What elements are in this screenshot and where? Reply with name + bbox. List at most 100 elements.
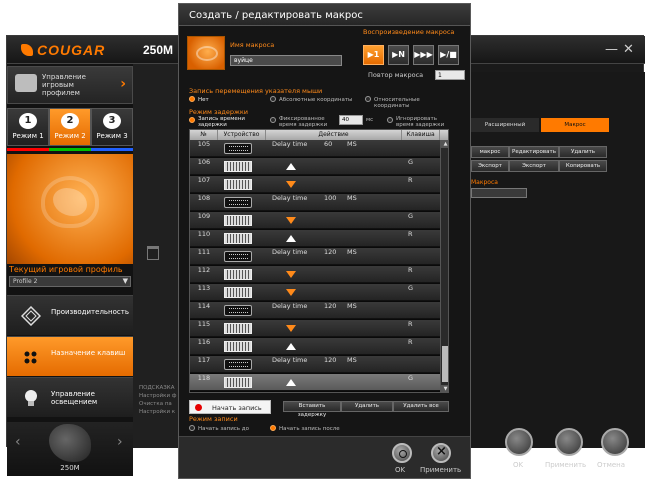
- repeat-count-input[interactable]: [435, 70, 465, 80]
- tab-macro[interactable]: Макрос: [541, 118, 609, 132]
- delay-fixed-radio[interactable]: [270, 117, 276, 123]
- start-record-label: Начать запись: [212, 404, 262, 412]
- delay-mode-label: Режим задержки: [189, 108, 249, 116]
- table-row[interactable]: 113 G: [190, 284, 440, 301]
- profile-management-button[interactable]: Управление игровым профилем ›: [7, 66, 133, 104]
- delete-button[interactable]: Удалить: [559, 146, 607, 158]
- import-button[interactable]: Экспорт: [471, 160, 509, 172]
- profile-select[interactable]: Profile 2 ▼: [9, 276, 131, 287]
- export-button[interactable]: Экспорт: [509, 160, 559, 172]
- pointer-relative-radio[interactable]: [365, 96, 371, 102]
- ok-button[interactable]: [505, 428, 533, 456]
- table-row[interactable]: 117 Delay time 120 MS: [190, 356, 440, 373]
- macro-name-input[interactable]: [230, 55, 342, 66]
- key-assign-icon: [24, 351, 37, 364]
- mode-2-label: Режим 2: [54, 132, 86, 140]
- cancel-label: Отмена: [597, 461, 626, 469]
- table-row[interactable]: 111 Delay time 120 MS: [190, 248, 440, 265]
- record-before-radio[interactable]: [189, 425, 195, 431]
- tab-advanced[interactable]: Расширенный: [471, 118, 539, 132]
- scroll-down-icon[interactable]: ▼: [441, 385, 448, 392]
- fixed-delay-input[interactable]: [339, 115, 363, 125]
- pointer-record-label: Запись перемещения указателя мыши: [189, 87, 323, 95]
- delay-clock-icon: [224, 143, 252, 154]
- table-row[interactable]: 118 G: [190, 374, 440, 391]
- delay-record-radio[interactable]: [189, 117, 195, 123]
- table-row[interactable]: 108 Delay time 100 MS: [190, 194, 440, 211]
- keyboard-icon: [224, 287, 252, 298]
- next-arrow-icon[interactable]: ›: [117, 434, 123, 450]
- pointer-absolute-radio[interactable]: [270, 96, 276, 102]
- mouse-preview: ‹ › 250M: [7, 422, 133, 476]
- row-key: R: [408, 176, 413, 184]
- insert-delay-button[interactable]: Вставить задержку: [283, 401, 341, 418]
- dialog-apply-button[interactable]: [431, 443, 451, 463]
- start-record-button[interactable]: Начать запись: [189, 400, 271, 414]
- table-row[interactable]: 107 R: [190, 176, 440, 193]
- keyboard-icon: [224, 179, 252, 190]
- table-row[interactable]: 105 Delay time 60 MS: [190, 140, 440, 157]
- key-release-arrow-icon: [286, 163, 296, 170]
- delete-all-button[interactable]: Удалить все: [393, 401, 449, 412]
- play-loop-button[interactable]: ▶▶▶: [413, 45, 434, 65]
- ok-label: OK: [513, 461, 524, 469]
- trash-icon[interactable]: [147, 246, 159, 260]
- lighting-button[interactable]: Управление освещением: [7, 377, 133, 417]
- macro-select[interactable]: [471, 188, 527, 198]
- record-dot-icon: [195, 404, 202, 411]
- delay-clock-icon: [224, 305, 252, 316]
- col-key: Клавиша: [402, 130, 440, 140]
- play-stop-button[interactable]: ▶/■: [438, 45, 459, 65]
- delay-fixed-label: Фиксированное время задержки: [279, 116, 328, 128]
- dialog-ok-button[interactable]: [392, 443, 412, 463]
- edit-button[interactable]: Редактировать: [509, 146, 559, 158]
- mode-1-button[interactable]: 1 Режим 1: [7, 108, 49, 146]
- row-key: [408, 194, 428, 211]
- table-header: № Устройство Действие Клавиша: [190, 130, 448, 140]
- table-row[interactable]: 116 R: [190, 338, 440, 355]
- playback-panel: Воспроизведение макроса ▶1 ▶N ▶▶▶ ▶/■ По…: [359, 29, 467, 87]
- table-row[interactable]: 112 R: [190, 266, 440, 283]
- table-row[interactable]: 115 R: [190, 320, 440, 337]
- macro-name-label: Имя макроса: [230, 41, 275, 49]
- row-number: 108: [197, 194, 211, 202]
- close-button[interactable]: ✕: [623, 42, 634, 57]
- row-delay-value: 60: [324, 140, 333, 148]
- apply-button[interactable]: [555, 428, 583, 456]
- mode-2-color: [49, 148, 91, 151]
- dialog-ok-label: OK: [395, 466, 406, 474]
- table-row[interactable]: 110 R: [190, 230, 440, 247]
- performance-button[interactable]: Производительность: [7, 295, 133, 335]
- scroll-up-icon[interactable]: ▲: [441, 140, 448, 148]
- macro-button[interactable]: макрос: [471, 146, 509, 158]
- col-device: Устройство: [218, 130, 266, 140]
- copy-button[interactable]: Копировать: [559, 160, 607, 172]
- prev-arrow-icon[interactable]: ‹: [15, 434, 21, 450]
- dialog-footer: OK Применить: [179, 436, 470, 478]
- table-row[interactable]: 109 G: [190, 212, 440, 229]
- minimize-button[interactable]: —: [605, 42, 618, 57]
- table-scrollbar[interactable]: ▲ ▼: [440, 140, 448, 392]
- key-press-arrow-icon: [286, 271, 296, 278]
- macro-thumbnail[interactable]: [187, 36, 225, 70]
- scroll-thumb[interactable]: [442, 346, 448, 382]
- record-after-radio[interactable]: [270, 425, 276, 431]
- cancel-button[interactable]: [601, 428, 629, 456]
- pointer-none-radio[interactable]: [189, 96, 195, 102]
- mode-3-button[interactable]: 3 Режим 3: [91, 108, 133, 146]
- current-profile-label: Текущий игровой профиль: [9, 265, 123, 274]
- play-once-button[interactable]: ▶1: [363, 45, 384, 65]
- delete-row-button[interactable]: Удалить: [341, 401, 393, 412]
- key-assign-button[interactable]: Назначение клавиш: [7, 336, 133, 376]
- performance-icon: [21, 306, 41, 326]
- table-row[interactable]: 106 G: [190, 158, 440, 175]
- mode-2-button[interactable]: 2 Режим 2: [49, 108, 91, 146]
- delay-ignore-radio[interactable]: [387, 117, 393, 123]
- row-number: 111: [197, 248, 211, 256]
- table-row[interactable]: 114 Delay time 120 MS: [190, 302, 440, 319]
- dialog-apply-label: Применить: [420, 466, 462, 474]
- play-n-times-button[interactable]: ▶N: [388, 45, 409, 65]
- bulb-icon: [25, 390, 37, 406]
- row-delay-value: 100: [324, 194, 337, 202]
- row-key: G: [408, 284, 414, 292]
